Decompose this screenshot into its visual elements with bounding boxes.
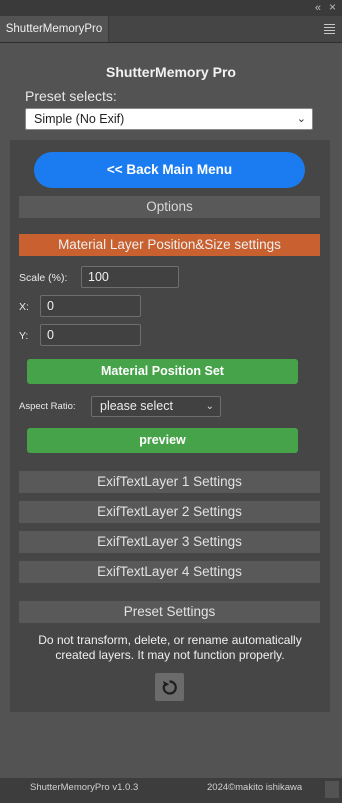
warning-message: Do not transform, delete, or rename auto… [10, 633, 330, 663]
aspect-ratio-label: Aspect Ratio: [19, 401, 76, 412]
preview-button[interactable]: preview [27, 428, 298, 453]
exif-text-layer-1-header[interactable]: ExifTextLayer 1 Settings [19, 471, 320, 493]
menu-icon[interactable] [324, 24, 335, 36]
tab-shuttermemorypro[interactable]: ShutterMemoryPro [0, 16, 109, 42]
x-label: X: [19, 301, 29, 313]
scale-input[interactable]: 100 [81, 266, 179, 288]
aspect-ratio-select[interactable]: please select ⌄ [91, 396, 221, 417]
exif-text-layer-3-header[interactable]: ExifTextLayer 3 Settings [19, 531, 320, 553]
warning-line-2: created layers. It may not function prop… [55, 648, 285, 662]
preset-select[interactable]: Simple (No Exif) ⌄ [25, 108, 313, 130]
reset-button[interactable] [155, 673, 184, 701]
chevron-down-icon: ⌄ [296, 113, 306, 125]
app-title: ShutterMemory Pro [106, 64, 236, 80]
back-main-menu-button[interactable]: << Back Main Menu [34, 152, 305, 188]
collapse-panel-button[interactable]: « [315, 1, 321, 15]
footer: ShutterMemoryPro v1.0.3 2024©makito ishi… [0, 778, 342, 803]
reset-icon [162, 680, 177, 695]
exif-text-layer-4-header[interactable]: ExifTextLayer 4 Settings [19, 561, 320, 583]
scale-label: Scale (%): [19, 272, 68, 284]
panel-top-strip: « × [0, 0, 342, 16]
tab-bar: ShutterMemoryPro [0, 16, 342, 43]
preset-select-value: Simple (No Exif) [34, 112, 125, 126]
close-panel-button[interactable]: × [329, 0, 336, 15]
y-input[interactable]: 0 [40, 324, 141, 346]
material-position-set-button[interactable]: Material Position Set [27, 359, 298, 384]
x-input[interactable]: 0 [40, 295, 141, 317]
material-layer-section-header[interactable]: Material Layer Position&Size settings [19, 234, 320, 256]
chevron-down-icon: ⌄ [205, 401, 214, 412]
exif-text-layer-2-header[interactable]: ExifTextLayer 2 Settings [19, 501, 320, 523]
version-label: ShutterMemoryPro v1.0.3 [30, 782, 139, 793]
copyright-label: 2024©makito ishikawa [207, 782, 303, 793]
aspect-ratio-value: please select [100, 399, 173, 413]
preset-label: Preset selects: [25, 88, 117, 104]
resize-grip[interactable] [325, 781, 339, 798]
warning-line-1: Do not transform, delete, or rename auto… [38, 633, 302, 647]
options-header[interactable]: Options [19, 196, 320, 218]
y-label: Y: [19, 330, 29, 342]
settings-panel: << Back Main Menu Options Material Layer… [10, 140, 330, 712]
preset-settings-header[interactable]: Preset Settings [19, 601, 320, 623]
